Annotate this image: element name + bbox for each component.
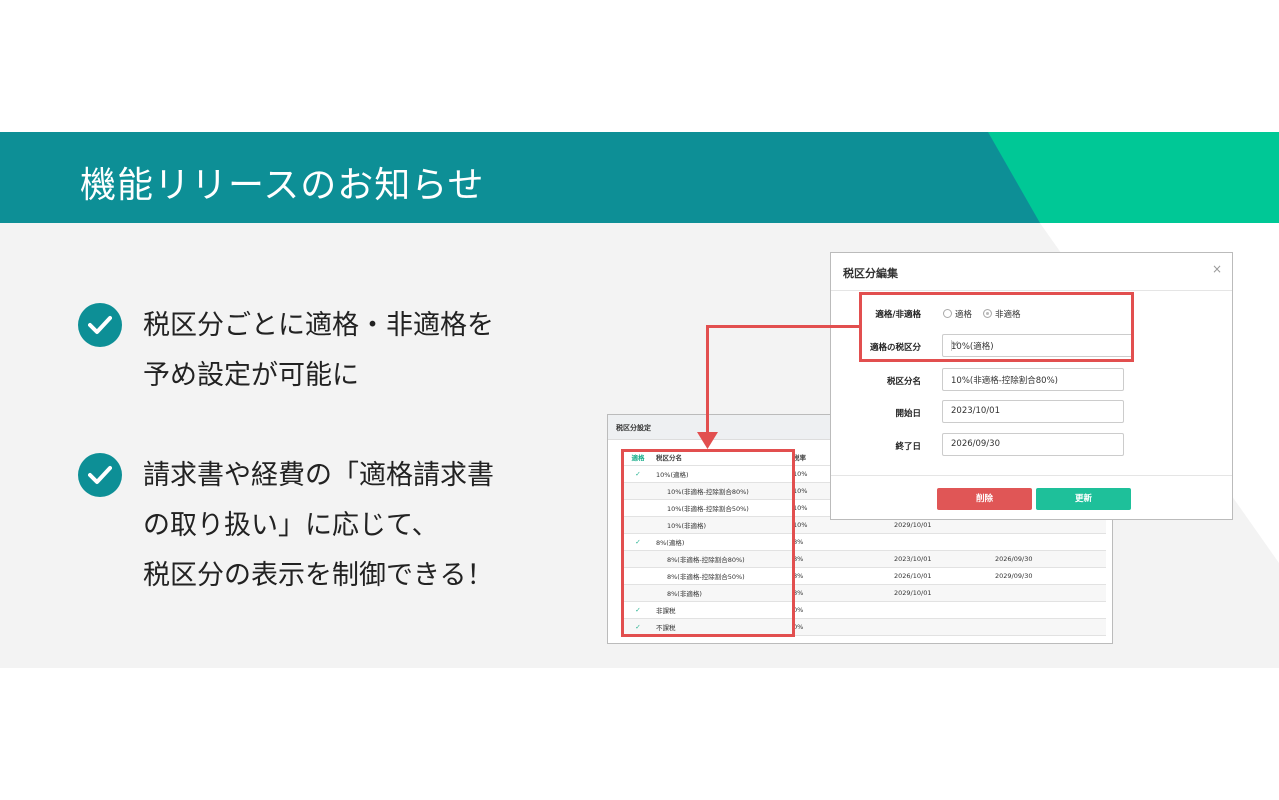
name-value: 10%(非適格-控除割合80%) xyxy=(951,376,1058,386)
check-icon xyxy=(78,303,122,347)
tax-rate-cell: 0% xyxy=(790,601,891,619)
tax-rate-cell: 8% xyxy=(790,533,891,551)
end-date-cell xyxy=(992,601,1106,619)
start-value: 2023/10/01 xyxy=(951,406,1000,416)
start-date-cell xyxy=(891,601,992,619)
tax-rate-cell: 8% xyxy=(790,550,891,568)
modal-footer-divider xyxy=(831,475,1232,476)
tax-rate-cell: 8% xyxy=(790,584,891,602)
end-date-field[interactable]: 2026/09/30 xyxy=(942,433,1124,456)
feature-text: 税区分ごとに適格・非適格を 予め設定が可能に xyxy=(143,301,494,401)
header-banner: 機能リリースのお知らせ xyxy=(0,132,1279,223)
end-date-cell xyxy=(992,618,1106,636)
panel-title: 税区分設定 xyxy=(616,424,651,432)
start-date-cell: 2023/10/01 xyxy=(891,550,992,568)
modal-header: 税区分編集 × xyxy=(831,253,1232,291)
feature-line: 予め設定が可能に xyxy=(143,360,359,391)
end-date-cell xyxy=(992,533,1106,551)
name-label: 税区分名 xyxy=(886,377,921,387)
feature-line: 請求書や経費の「適格請求書 xyxy=(143,460,494,491)
name-field[interactable]: 10%(非適格-控除割合80%) xyxy=(942,368,1124,391)
feature-line: 税区分ごとに適格・非適格を xyxy=(143,310,494,341)
feature-text: 請求書や経費の「適格請求書 の取り扱い」に応じて、 税区分の表示を制御できる！ xyxy=(143,451,494,601)
page-title: 機能リリースのお知らせ xyxy=(80,165,485,206)
start-label: 開始日 xyxy=(895,409,921,419)
feature-line: 税区分の表示を制御できる！ xyxy=(143,560,494,591)
tax-rate-cell: 8% xyxy=(790,567,891,585)
feature-line: の取り扱い」に応じて、 xyxy=(143,510,439,541)
start-date-cell xyxy=(891,533,992,551)
end-label: 終了日 xyxy=(895,442,921,452)
end-date-cell xyxy=(992,584,1106,602)
tax-rate-cell: 0% xyxy=(790,618,891,636)
end-date-cell: 2026/09/30 xyxy=(992,550,1106,568)
delete-button[interactable]: 削除 xyxy=(937,488,1032,510)
connector-line xyxy=(706,325,709,435)
close-icon[interactable]: × xyxy=(1212,262,1222,276)
start-date-cell: 2029/10/01 xyxy=(891,584,992,602)
start-date-field[interactable]: 2023/10/01 xyxy=(942,400,1124,423)
highlight-box-table xyxy=(621,449,795,637)
arrow-down-icon xyxy=(697,432,718,449)
check-icon xyxy=(78,453,122,497)
end-value: 2026/09/30 xyxy=(951,439,1000,449)
start-date-cell: 2026/10/01 xyxy=(891,567,992,585)
end-date-cell: 2029/09/30 xyxy=(992,567,1106,585)
highlight-box-modal xyxy=(859,292,1134,362)
modal-title: 税区分編集 xyxy=(843,267,898,280)
update-button[interactable]: 更新 xyxy=(1036,488,1131,510)
connector-line xyxy=(706,325,859,328)
start-date-cell xyxy=(891,618,992,636)
